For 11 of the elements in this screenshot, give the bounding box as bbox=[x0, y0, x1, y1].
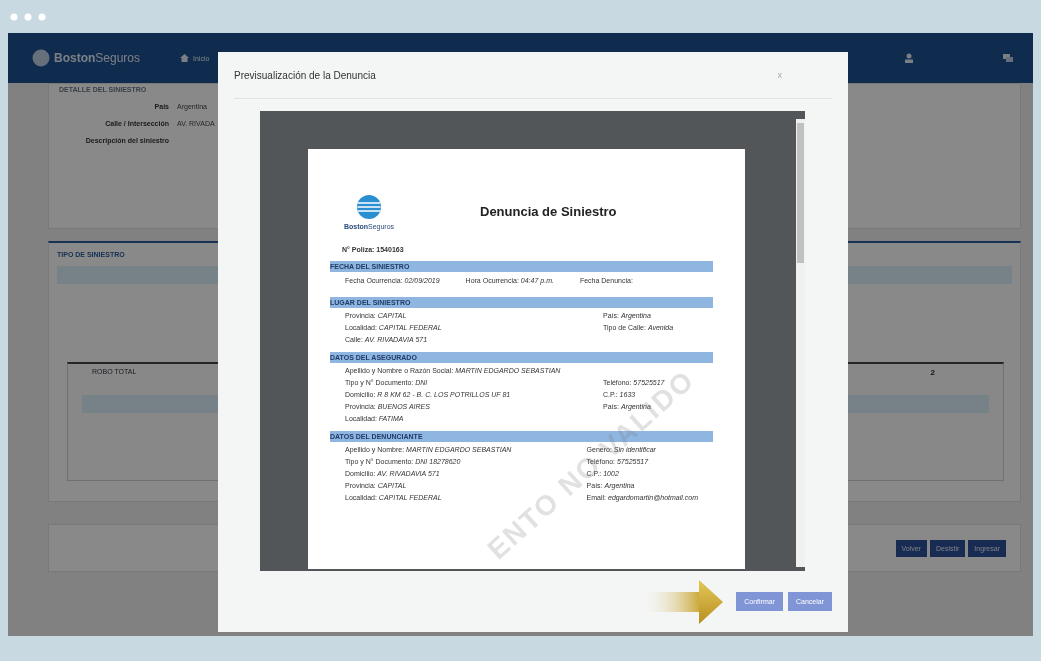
count-label: 2 bbox=[930, 368, 935, 377]
document-title: Denuncia de Siniestro bbox=[480, 204, 617, 219]
brand-logo: BostonSeguros bbox=[54, 51, 141, 65]
scrollbar[interactable] bbox=[796, 119, 805, 567]
chat-icon[interactable] bbox=[1003, 53, 1013, 63]
home-icon bbox=[180, 54, 190, 62]
logo-globe-icon bbox=[32, 49, 50, 67]
logo-globe-icon bbox=[356, 193, 382, 221]
user-icon bbox=[905, 53, 913, 63]
dialog-title: Previsualización de la Denuncia bbox=[234, 69, 376, 81]
close-button[interactable]: x bbox=[777, 70, 782, 80]
